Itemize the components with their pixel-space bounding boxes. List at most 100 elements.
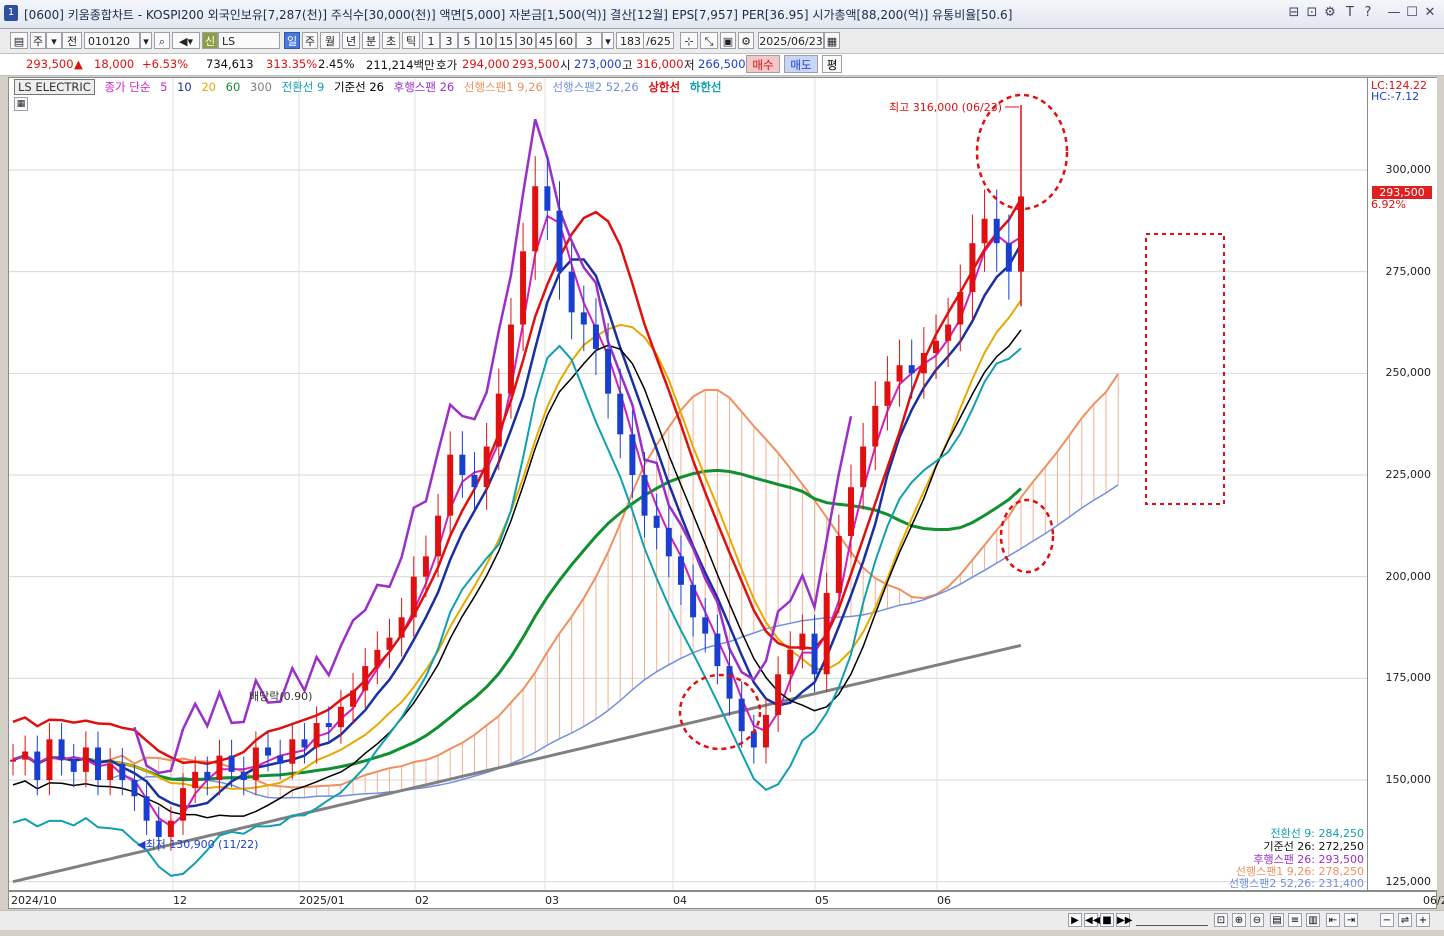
text-icon[interactable]: T <box>1342 5 1358 21</box>
rewind-icon[interactable]: ◀◀ <box>1084 913 1100 927</box>
candle-body <box>46 739 53 780</box>
chart-area[interactable]: 최고 316,000 (06/23) ◀최저 130,900 (11/22) 배당락… <box>8 77 1368 891</box>
candle-body <box>240 771 247 780</box>
volume: 734,613 <box>206 57 254 71</box>
high-annotation: 최고 316,000 (06/23) <box>889 101 1002 114</box>
help-icon[interactable]: ? <box>1360 5 1376 21</box>
x-tick-label: 04 <box>673 894 687 907</box>
save-icon[interactable]: ▣ <box>720 32 736 49</box>
interval-button[interactable]: 45 <box>536 32 556 49</box>
maximize-button[interactable]: ☐ <box>1404 5 1420 21</box>
interval-button[interactable]: 60 <box>556 32 576 49</box>
candle-body <box>507 324 514 394</box>
legend-conversion-line: 전환선 9 <box>281 80 325 94</box>
mode-dropdown-icon[interactable]: ▾ <box>46 32 62 49</box>
crosshair-icon[interactable]: ⊹ <box>680 32 698 49</box>
period-year-button[interactable]: 년 <box>342 32 360 49</box>
period-week-button[interactable]: 주 <box>302 32 318 49</box>
bars-icon[interactable]: ▥ <box>1306 913 1320 927</box>
date-axis: 2024/10 12 2025/01 02 03 04 05 06 06/23 <box>8 891 1444 909</box>
calendar-icon[interactable]: ▦ <box>824 32 840 49</box>
trend-icon[interactable]: ⤡ <box>700 32 718 49</box>
x-tick-label: 03 <box>545 894 559 907</box>
low-annotation: ◀최저 130,900 (11/22) <box>137 838 258 851</box>
count-input[interactable]: 3 <box>576 32 602 49</box>
y-tick-label: 200,000 <box>1385 569 1432 583</box>
ask-label: 호가 <box>436 58 458 72</box>
fast-forward-icon[interactable]: ▶▶ <box>1116 913 1132 927</box>
candle-body <box>981 218 988 244</box>
ma10-line <box>12 243 1023 809</box>
close-button[interactable]: ✕ <box>1422 5 1438 21</box>
swap-icon[interactable]: ⇌ <box>1398 913 1412 927</box>
interval-button[interactable]: 30 <box>516 32 536 49</box>
interval-button[interactable]: 10 <box>476 32 496 49</box>
candle-body <box>228 755 235 772</box>
code-input[interactable]: 010120 <box>84 32 140 49</box>
interval-button[interactable]: 3 <box>440 32 458 49</box>
stock-name-field[interactable]: LS ELECTR <box>218 32 280 49</box>
zoom-slider[interactable] <box>1136 915 1208 926</box>
mode-week-button[interactable]: 주 <box>30 32 46 49</box>
sound-icon[interactable]: ◀▾ <box>172 32 200 49</box>
code-dropdown-icon[interactable]: ▾ <box>140 32 152 49</box>
zoom-fit-icon[interactable]: ⊡ <box>1214 913 1228 927</box>
period-month-button[interactable]: 월 <box>320 32 340 49</box>
chart-scrollbar[interactable]: ▶ ◀◀ ■ ▶▶ ⊡ ⊕ ⊖ ▤ ≡ ▥ ⇤ ⇥ − ⇌ + <box>0 910 1444 930</box>
up-arrow-icon: ▲ <box>74 57 83 71</box>
ask-price: 294,000 <box>462 57 510 71</box>
eval-button[interactable]: 평 <box>822 55 842 73</box>
zoom-in-icon[interactable]: ⊕ <box>1232 913 1246 927</box>
candle-body <box>447 454 454 516</box>
period-sec-button[interactable]: 초 <box>382 32 400 49</box>
date-input[interactable]: 2025/06/23 <box>758 32 824 49</box>
title-bar: 1 [0600] 키움종합차트 - KOSPI200 외국인보유[7,287(천… <box>0 0 1444 29</box>
minus-icon[interactable]: − <box>1380 913 1394 927</box>
page-position[interactable]: 183 <box>616 32 644 49</box>
plus-icon[interactable]: + <box>1416 913 1430 927</box>
buy-button[interactable]: 매수 <box>746 55 780 73</box>
candle-body <box>277 755 284 764</box>
settings-icon[interactable]: ⚙ <box>1322 5 1338 21</box>
candle-body <box>726 666 733 699</box>
legend-base-line: 기준선 26 <box>333 80 384 94</box>
period-day-button[interactable]: 일 <box>284 32 300 49</box>
gear-icon[interactable]: ⚙ <box>738 32 754 49</box>
pan-right-icon[interactable]: ⇥ <box>1344 913 1358 927</box>
list-icon[interactable]: ≡ <box>1288 913 1302 927</box>
scroll-right-icon[interactable]: ▶ <box>1068 913 1082 927</box>
candle-body <box>775 674 782 715</box>
count-dropdown-icon[interactable]: ▾ <box>602 32 614 49</box>
sell-button[interactable]: 매도 <box>784 55 818 73</box>
interval-button[interactable]: 5 <box>458 32 476 49</box>
price-change-pct: +6.53% <box>142 57 189 71</box>
credit-icon[interactable]: 신 <box>202 32 218 49</box>
x-tick-label: 12 <box>173 894 187 907</box>
minimize-button[interactable]: — <box>1386 5 1402 21</box>
chart-menu-icon[interactable]: ▤ <box>10 32 28 49</box>
candle-body <box>398 617 405 638</box>
layout-icon[interactable]: ⊟ <box>1286 5 1302 21</box>
candle-body <box>374 649 381 667</box>
hc-value: HC:-7.12 <box>1371 90 1420 103</box>
link-icon[interactable]: ⊡ <box>1304 5 1320 21</box>
bid-price: 293,500 <box>512 57 560 71</box>
legend-lagging-span: 후행스팬 26 <box>393 80 455 94</box>
interval-button[interactable]: 1 <box>422 32 440 49</box>
candle-body <box>216 755 223 780</box>
search-icon[interactable]: ⌕ <box>154 32 170 49</box>
volume-pct: 313.35% <box>266 57 318 71</box>
candle-body <box>629 434 636 475</box>
grid-toggle-icon[interactable]: ▦ <box>14 97 28 111</box>
stop-icon[interactable]: ■ <box>1100 913 1114 927</box>
price-chart-svg[interactable]: 최고 316,000 (06/23) ◀최저 130,900 (11/22) 배당락… <box>9 78 1367 890</box>
interval-button[interactable]: 15 <box>496 32 516 49</box>
candle-body <box>350 690 357 707</box>
period-tick-button[interactable]: 틱 <box>402 32 420 49</box>
mode-all-button[interactable]: 전 <box>62 32 82 49</box>
pan-left-icon[interactable]: ⇤ <box>1326 913 1340 927</box>
table-icon[interactable]: ▤ <box>1270 913 1284 927</box>
period-min-button[interactable]: 분 <box>362 32 380 49</box>
zoom-out-icon[interactable]: ⊖ <box>1250 913 1264 927</box>
candle-body <box>325 723 332 728</box>
